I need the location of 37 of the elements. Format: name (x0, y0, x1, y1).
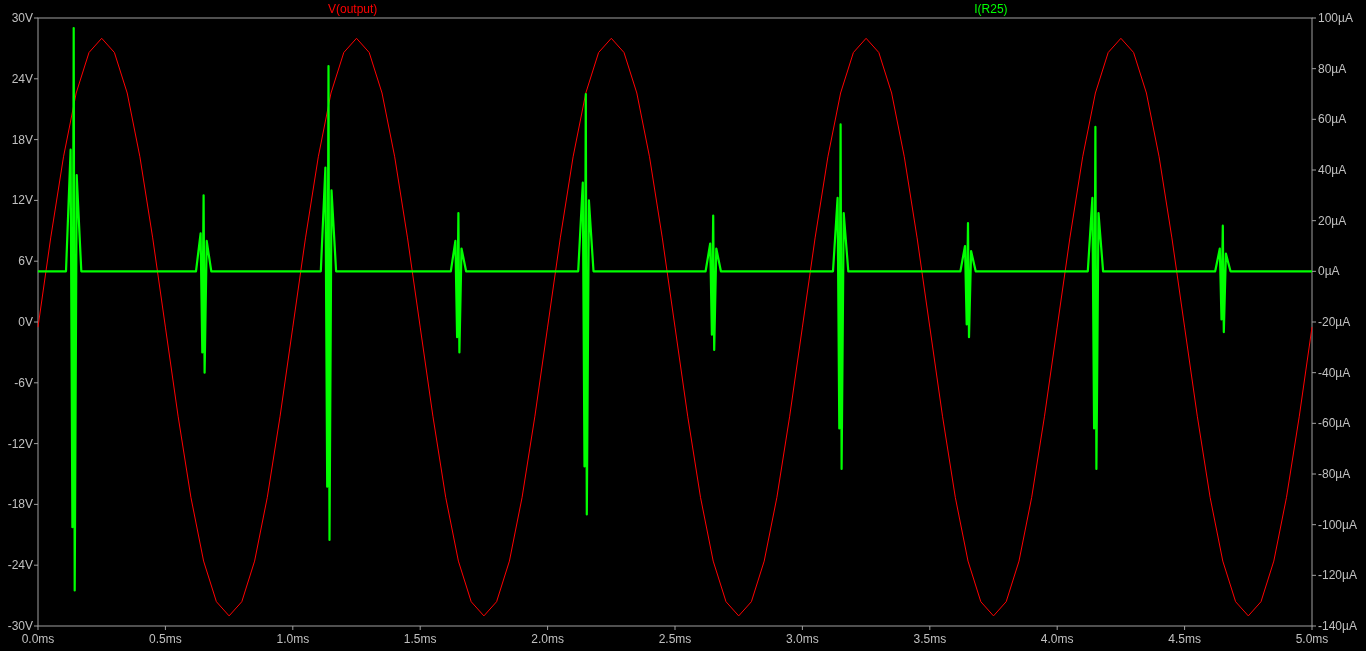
x-tick-label: 1.0ms (276, 632, 310, 646)
y-tick-label: -140µA (1318, 619, 1357, 633)
y-tick-label: 20µA (1318, 213, 1347, 228)
x-tick-label: 1.5ms (403, 632, 437, 646)
y-tick-label: 24V (11, 71, 33, 86)
y-tick-label: 12V (11, 193, 33, 208)
y-tick-label: 18V (11, 132, 33, 147)
y-tick-label: -24V (7, 558, 33, 573)
y-tick-label: -60µA (1318, 416, 1351, 431)
y-tick-label: 60µA (1318, 112, 1347, 127)
y-tick-label: 30V (11, 11, 33, 25)
y-tick-label: 100µA (1318, 11, 1353, 25)
y-tick-label: -12V (7, 436, 33, 451)
y-tick-label: 6V (18, 254, 33, 269)
x-tick-label: 3.0ms (786, 632, 819, 646)
y-tick-label: 40µA (1318, 163, 1347, 177)
x-tick-label: 4.0ms (1040, 632, 1074, 646)
x-tick-label: 0.0ms (21, 632, 55, 646)
y-tick-label: 80µA (1318, 61, 1347, 76)
x-tick-label: 4.5ms (1168, 632, 1201, 646)
x-tick-label: 2.5ms (658, 632, 692, 646)
y-tick-label: -30V (7, 619, 33, 633)
y-tick-label: 0V (18, 315, 33, 329)
y-tick-label: -6V (14, 375, 33, 390)
trace-label[interactable]: I(R25) (974, 2, 1008, 16)
y-tick-label: -120µA (1318, 568, 1357, 583)
x-tick-label: 0.5ms (149, 632, 182, 646)
y-tick-label: -20µA (1318, 315, 1351, 329)
y-tick-label: -100µA (1318, 517, 1357, 532)
x-tick-label: 3.5ms (913, 632, 947, 646)
trace-label[interactable]: V(output) (328, 2, 378, 16)
y-tick-label: -40µA (1318, 365, 1351, 380)
y-tick-label: -80µA (1318, 467, 1351, 481)
y-tick-label: -18V (7, 497, 33, 512)
y-tick-label: 0µA (1318, 264, 1340, 279)
x-tick-label: 5.0ms (1295, 632, 1329, 646)
x-tick-label: 2.0ms (531, 632, 564, 646)
